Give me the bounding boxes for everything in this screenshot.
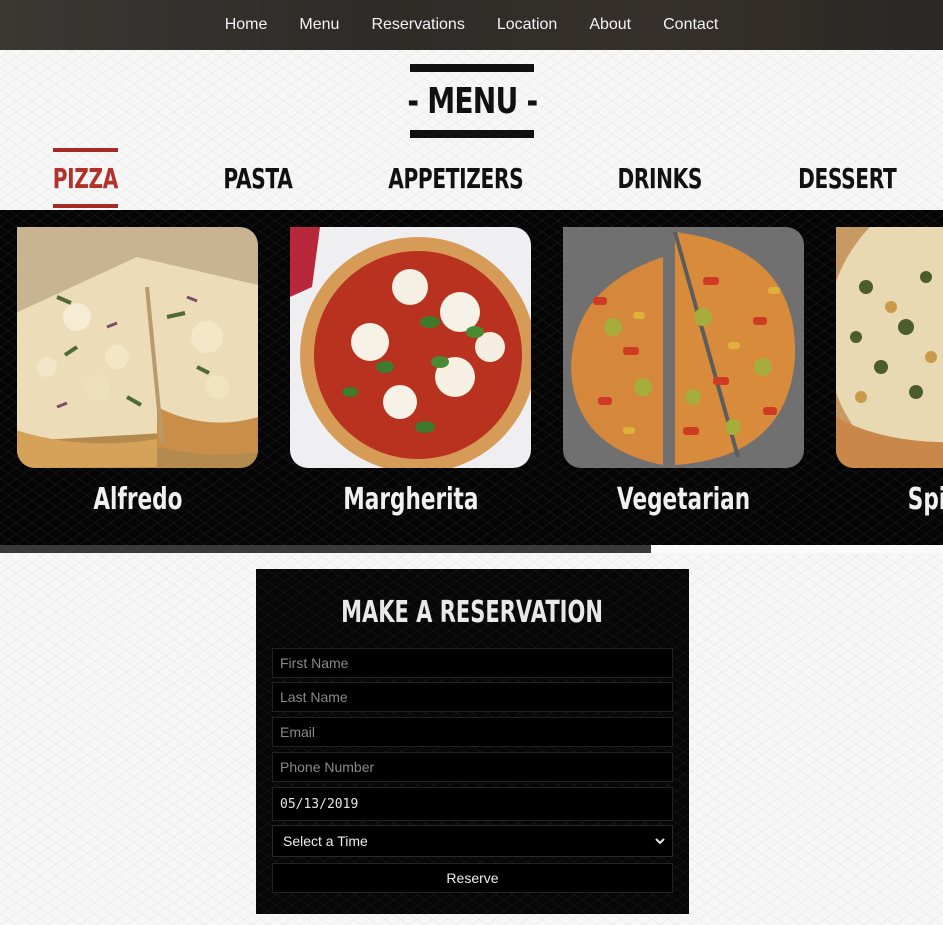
top-navigation: Home Menu Reservations Location About Co…	[0, 0, 943, 50]
carousel-scrollbar[interactable]	[0, 545, 943, 553]
date-input[interactable]	[272, 787, 673, 821]
nav-location-link[interactable]: Location	[481, 0, 574, 50]
alfredo-label: Alfredo	[92, 482, 183, 517]
menu-category-tabs: PIZZA PASTA APPETIZERS DRINKS DESSERT	[0, 148, 943, 210]
vegetarian-pizza-image	[563, 227, 804, 468]
margherita-label: Margherita	[342, 482, 479, 517]
menu-card-margherita[interactable]: Margherita	[290, 227, 531, 517]
tab-drinks-label: DRINKS	[617, 161, 702, 195]
tab-dessert[interactable]: DESSERT	[792, 148, 902, 208]
menu-item-alfredo: Alfredo	[17, 482, 258, 517]
nav-about-link[interactable]: About	[573, 0, 647, 50]
tab-pasta[interactable]: PASTA	[215, 148, 300, 208]
spinach-label: Spinach	[908, 482, 943, 517]
reservation-title-text: MAKE A RESERVATION	[341, 595, 604, 630]
nav-reservations-link[interactable]: Reservations	[355, 0, 480, 50]
carousel-scrollbar-thumb[interactable]	[0, 545, 651, 553]
menu-item-vegetarian: Vegetarian	[563, 482, 804, 517]
tab-pasta-label: PASTA	[222, 161, 293, 195]
vegetarian-label: Vegetarian	[616, 482, 751, 517]
first-name-input[interactable]	[272, 648, 673, 678]
reservation-panel: MAKE A RESERVATION Select a Time Reserve	[256, 569, 689, 914]
spinach-pizza-image	[836, 227, 943, 468]
reservation-title: MAKE A RESERVATION	[256, 595, 689, 630]
time-select-value: Select a Time	[283, 833, 368, 849]
chevron-down-icon	[655, 838, 665, 845]
menu-card-vegetarian[interactable]: Vegetarian	[563, 227, 804, 517]
alfredo-pizza-image	[17, 227, 258, 468]
nav-home-link[interactable]: Home	[209, 0, 284, 50]
tab-pizza-label: PIZZA	[52, 161, 119, 195]
tab-dessert-label: DESSERT	[797, 161, 897, 195]
nav-menu-link[interactable]: Menu	[283, 0, 355, 50]
menu-card-spinach[interactable]: Spinach	[836, 227, 943, 517]
last-name-input[interactable]	[272, 682, 673, 712]
tab-appetizers-label: APPETIZERS	[388, 161, 524, 195]
pizza-carousel[interactable]: Alfredo Margherita Vegetarian Spi	[0, 210, 943, 545]
tab-drinks[interactable]: DRINKS	[612, 148, 707, 208]
email-input[interactable]	[272, 717, 673, 747]
phone-number-input[interactable]	[272, 752, 673, 782]
nav-contact-link[interactable]: Contact	[647, 0, 734, 50]
menu-item-margherita: Margherita	[290, 482, 531, 517]
menu-item-spinach: Spinach	[836, 482, 943, 517]
reserve-button[interactable]: Reserve	[272, 863, 673, 893]
menu-heading: - MENU -	[406, 80, 538, 122]
tab-pizza[interactable]: PIZZA	[52, 148, 119, 208]
time-select[interactable]: Select a Time	[272, 825, 673, 857]
menu-card-alfredo[interactable]: Alfredo	[17, 227, 258, 517]
menu-heading-frame: - MENU -	[406, 64, 538, 138]
margherita-pizza-image	[290, 227, 531, 468]
tab-appetizers[interactable]: APPETIZERS	[385, 148, 527, 208]
